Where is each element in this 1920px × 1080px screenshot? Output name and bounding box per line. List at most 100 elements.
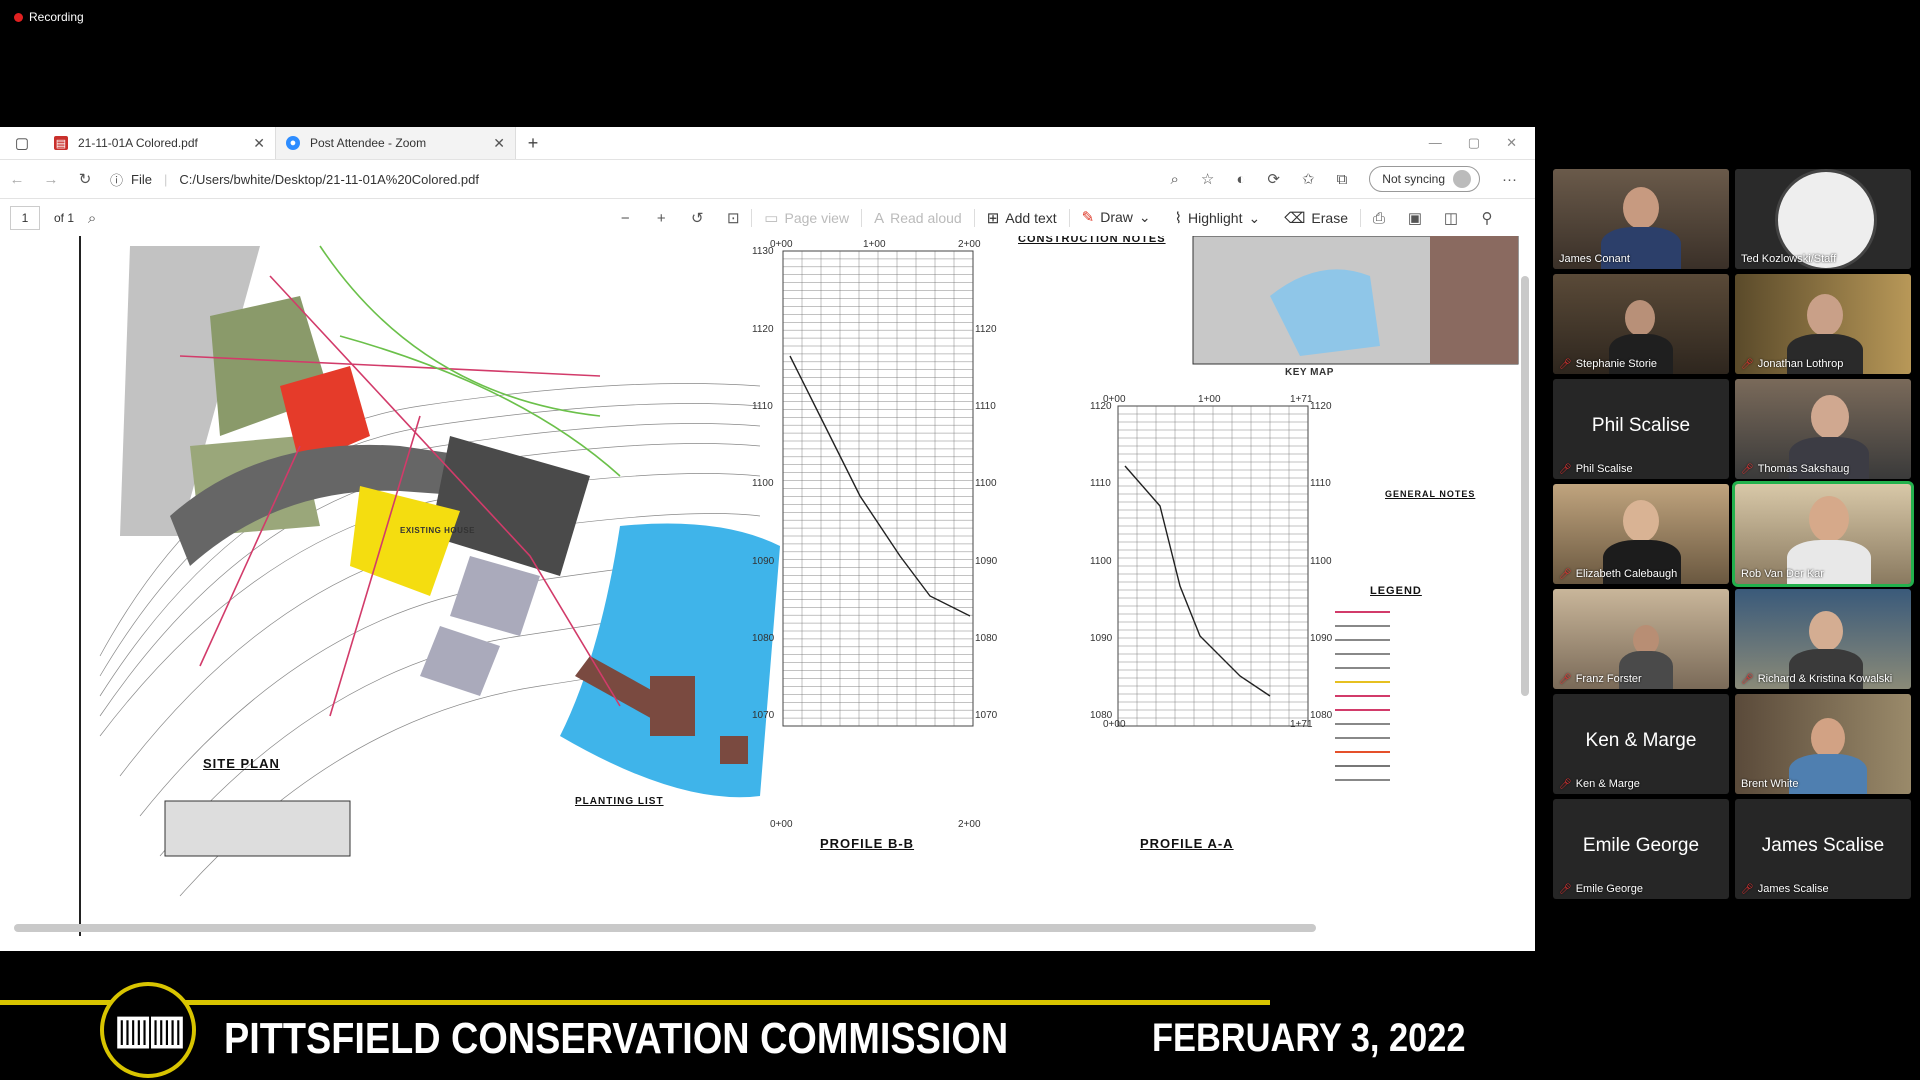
- chevron-down-icon[interactable]: ⌄: [1139, 209, 1151, 226]
- participant-name-text: Jonathan Lothrop: [1757, 358, 1844, 370]
- participant-name-text: James Conant: [1559, 253, 1630, 265]
- elevation-tick: 1070: [975, 710, 998, 721]
- favorite-star-icon[interactable]: ☆: [1201, 170, 1214, 188]
- new-tab-button[interactable]: +: [516, 133, 550, 154]
- elevation-tick: 1100: [1310, 556, 1332, 567]
- existing-house-label: EXISTING HOUSE: [400, 526, 476, 535]
- participant-tile[interactable]: Emile George 🎤︎ Emile George: [1553, 799, 1729, 899]
- participant-tile[interactable]: James Conant: [1553, 169, 1729, 269]
- erase-button[interactable]: ⌫ Erase: [1272, 199, 1360, 237]
- back-icon[interactable]: ←: [0, 171, 34, 188]
- search-icon[interactable]: ⌕: [74, 210, 110, 227]
- draw-button[interactable]: ✎ Draw ⌄: [1069, 198, 1163, 238]
- minimize-icon[interactable]: —: [1429, 135, 1442, 151]
- save-as-icon[interactable]: ◫: [1433, 209, 1469, 227]
- address-bar-row: ← → ↻ ⓘ File | C:/Users/bwhite/Desktop/2…: [0, 160, 1535, 199]
- print-icon[interactable]: ⎙: [1361, 210, 1397, 227]
- rotate-icon[interactable]: ↺: [679, 209, 715, 227]
- participant-name: 🎤︎ Richard & Kristina Kowalski: [1741, 673, 1892, 685]
- profile-sync-button[interactable]: Not syncing: [1369, 166, 1480, 192]
- tab-pdf[interactable]: ▤ 21-11-01A Colored.pdf ✕: [44, 127, 276, 159]
- address-bar[interactable]: ⓘ File | C:/Users/bwhite/Desktop/21-11-0…: [110, 170, 479, 189]
- save-icon[interactable]: ▣: [1397, 209, 1433, 227]
- person-head: [1623, 500, 1659, 542]
- participant-tile[interactable]: 🎤︎ Jonathan Lothrop: [1735, 274, 1911, 374]
- maximize-icon[interactable]: ▢: [1468, 135, 1480, 151]
- person-head: [1809, 496, 1849, 542]
- elevation-tick: 1100: [1090, 556, 1112, 567]
- collections-icon[interactable]: ⧉: [1337, 171, 1348, 188]
- page-view-button[interactable]: ▭ Page view: [752, 199, 861, 237]
- page-view-icon: ▭: [764, 210, 779, 227]
- tab-actions-icon[interactable]: ▢: [0, 134, 44, 152]
- recording-indicator: Recording: [14, 10, 84, 24]
- participant-tile[interactable]: 🎤︎ Thomas Sakshaug: [1735, 379, 1911, 479]
- person-head: [1623, 187, 1659, 229]
- highlight-button[interactable]: ⌇ Highlight ⌄: [1163, 199, 1273, 237]
- elevation-tick: 1120: [1310, 401, 1332, 412]
- zoom-in-icon[interactable]: +: [643, 210, 679, 227]
- tab-label: 21-11-01A Colored.pdf: [78, 136, 198, 150]
- participant-name-text: Phil Scalise: [1575, 463, 1633, 475]
- elevation-tick: 1120: [1090, 401, 1112, 412]
- divider: |: [163, 171, 168, 187]
- person-head: [1811, 395, 1849, 439]
- participant-tile[interactable]: Ken & Marge 🎤︎ Ken & Marge: [1553, 694, 1729, 794]
- elevation-tick: 1120: [975, 324, 997, 335]
- refresh-extension-icon[interactable]: ⟳: [1267, 170, 1280, 188]
- participant-tile[interactable]: Brent White: [1735, 694, 1911, 794]
- pdf-toolbar: 1 of 1 ⌕ − + ↺ ⊡ ▭ Page view A Read aloud …: [0, 199, 1535, 238]
- zoom-lens-icon[interactable]: ⌕: [1171, 171, 1179, 188]
- recording-label: Recording: [29, 10, 84, 24]
- more-icon[interactable]: ···: [1502, 171, 1517, 188]
- close-tab-icon[interactable]: ✕: [253, 135, 265, 152]
- tab-zoom[interactable]: ● Post Attendee - Zoom ✕: [276, 127, 516, 159]
- pdf-page[interactable]: SITE PLAN PLANTING LIST CONSTRUCTION NOT…: [0, 236, 1535, 936]
- person-head: [1809, 611, 1843, 651]
- horizontal-scrollbar[interactable]: [14, 924, 1316, 932]
- vertical-scrollbar[interactable]: [1521, 276, 1529, 696]
- info-icon[interactable]: ⓘ: [110, 170, 123, 189]
- fit-page-icon[interactable]: ⊡: [715, 209, 751, 227]
- elevation-tick: 1110: [1310, 478, 1331, 489]
- muted-mic-icon: 🎤︎: [1559, 673, 1572, 685]
- page-number-input[interactable]: 1: [10, 206, 40, 230]
- pdf-tools: − + ↺ ⊡ ▭ Page view A Read aloud ⊞ Add text…: [607, 198, 1505, 238]
- participant-tile[interactable]: James Scalise 🎤︎ James Scalise: [1735, 799, 1911, 899]
- participant-tile[interactable]: Phil Scalise 🎤︎ Phil Scalise: [1553, 379, 1729, 479]
- chevron-down-icon[interactable]: ⌄: [1248, 210, 1260, 227]
- station-tick: 2+00: [958, 239, 981, 250]
- avatar: [1453, 170, 1471, 188]
- participant-name-placeholder: Emile George: [1582, 835, 1700, 856]
- add-text-label: Add text: [1005, 210, 1057, 226]
- favorites-icon[interactable]: ✩: [1302, 170, 1315, 188]
- participant-tile[interactable]: 🎤︎ Stephanie Storie: [1553, 274, 1729, 374]
- participant-tile[interactable]: 🎤︎ Richard & Kristina Kowalski: [1735, 589, 1911, 689]
- participant-name: 🎤︎ Stephanie Storie: [1559, 358, 1657, 370]
- zoom-out-icon[interactable]: −: [607, 210, 643, 227]
- url-text[interactable]: C:/Users/bwhite/Desktop/21-11-01A%20Colo…: [179, 172, 479, 187]
- participant-tile[interactable]: 🎤︎ Franz Forster: [1553, 589, 1729, 689]
- refresh-icon[interactable]: ↻: [68, 170, 102, 188]
- pin-icon[interactable]: ⚲: [1469, 209, 1505, 227]
- extension-icon[interactable]: ◐: [1236, 171, 1245, 188]
- close-window-icon[interactable]: ✕: [1506, 135, 1517, 151]
- banner-date: FEBRUARY 3, 2022: [1152, 1016, 1466, 1060]
- participant-name-text: Ted Kozlowski/Staff: [1741, 253, 1837, 265]
- close-tab-icon[interactable]: ✕: [493, 135, 505, 152]
- participant-name-text: Rob Van Der Kar: [1741, 568, 1824, 580]
- read-aloud-button[interactable]: A Read aloud: [862, 199, 974, 237]
- participant-tile[interactable]: Ted Kozlowski/Staff: [1735, 169, 1911, 269]
- muted-mic-icon: 🎤︎: [1741, 883, 1754, 895]
- muted-mic-icon: 🎤︎: [1741, 463, 1754, 475]
- muted-mic-icon: 🎤︎: [1559, 883, 1572, 895]
- page-view-label: Page view: [784, 210, 850, 226]
- participant-tile-active-speaker[interactable]: Rob Van Der Kar: [1732, 481, 1914, 587]
- pen-icon: ✎: [1081, 209, 1095, 226]
- section-detail: [164, 800, 351, 857]
- forward-icon[interactable]: →: [34, 171, 68, 188]
- station-tick: 0+00: [770, 819, 793, 830]
- muted-mic-icon: 🎤︎: [1559, 778, 1572, 790]
- add-text-button[interactable]: ⊞ Add text: [975, 199, 1069, 237]
- participant-tile[interactable]: 🎤︎ Elizabeth Calebaugh: [1553, 484, 1729, 584]
